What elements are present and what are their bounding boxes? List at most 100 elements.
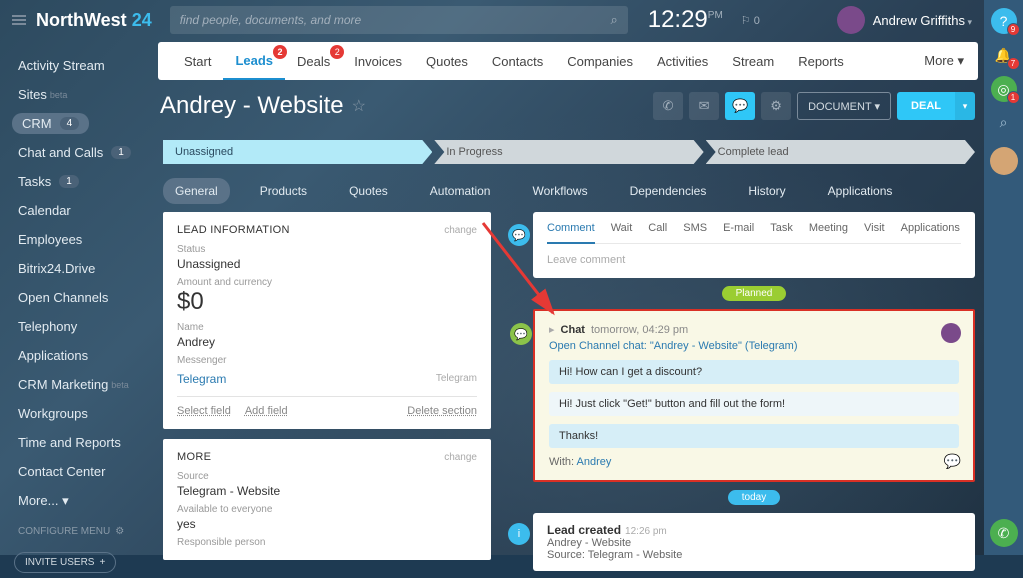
logo[interactable]: NorthWest 24	[36, 10, 152, 31]
invite-users[interactable]: INVITE USERS +	[14, 552, 116, 573]
sidebar-item[interactable]: Chat and Calls1	[0, 138, 150, 167]
user-menu[interactable]: Andrew Griffiths	[873, 13, 972, 28]
chat-icon[interactable]: 💬	[725, 92, 755, 120]
star-icon[interactable]: ☆	[352, 96, 366, 116]
tab[interactable]: Leads2	[223, 42, 285, 80]
amount-value: $0	[177, 288, 477, 316]
stage[interactable]: In Progress	[434, 140, 703, 164]
tabs-more[interactable]: More ▾	[924, 53, 964, 69]
sidebar-item[interactable]: Workgroups	[0, 399, 150, 428]
page-title: Andrey - Website	[160, 92, 344, 120]
subtab[interactable]: Applications	[816, 178, 905, 204]
comment-tab[interactable]: Comment	[547, 222, 595, 244]
tab[interactable]: Deals2	[285, 42, 342, 80]
chat-message: Thanks!	[549, 424, 959, 448]
deal-button[interactable]: DEAL	[897, 92, 955, 120]
open-channel-link[interactable]: Open Channel chat: "Andrey - Website" (T…	[549, 340, 959, 352]
sidebar-item[interactable]: CRM Marketingbeta	[0, 370, 150, 399]
comment-tab[interactable]: Call	[648, 222, 667, 235]
with-link[interactable]: Andrey	[577, 456, 612, 468]
document-button[interactable]: DOCUMENT ▾	[797, 92, 891, 120]
chat-avatar	[941, 323, 961, 343]
sidebar-item[interactable]: Bitrix24.Drive	[0, 254, 150, 283]
tabs-bar: StartLeads2Deals2InvoicesQuotesContactsC…	[158, 42, 978, 80]
subtab[interactable]: Workflows	[520, 178, 599, 204]
subtab[interactable]: Products	[248, 178, 319, 204]
sidebar-item[interactable]: Tasks1	[0, 167, 150, 196]
chat-timeline-icon: 💬	[510, 323, 532, 345]
bell-icon[interactable]: 🔔7	[991, 42, 1017, 68]
stage-bar: UnassignedIn ProgressComplete lead	[163, 140, 975, 164]
deal-dropdown[interactable]: ▾	[955, 92, 975, 120]
tab[interactable]: Invoices	[342, 42, 414, 80]
comment-bubble-icon: 💬	[508, 224, 530, 246]
tab[interactable]: Contacts	[480, 42, 555, 80]
rail-search-icon[interactable]: ⌕	[1000, 114, 1008, 131]
sidebar-item[interactable]: Sitesbeta	[0, 80, 150, 109]
call-button[interactable]: ✆	[990, 519, 1018, 547]
comment-tab[interactable]: Visit	[864, 222, 885, 235]
sidebar-item[interactable]: CRM4	[12, 113, 89, 134]
info-icon: i	[508, 523, 530, 545]
stage[interactable]: Complete lead	[706, 140, 975, 164]
subtab[interactable]: General	[163, 178, 230, 204]
tab[interactable]: Start	[172, 42, 223, 80]
sidebar-item[interactable]: Telephony	[0, 312, 150, 341]
comment-tab[interactable]: Wait	[611, 222, 633, 235]
stage[interactable]: Unassigned	[163, 140, 432, 164]
tab[interactable]: Companies	[555, 42, 645, 80]
sidebar-item[interactable]: More... ▾	[0, 486, 150, 516]
phone-icon[interactable]: ✆	[653, 92, 683, 120]
notify-icon[interactable]: ◎1	[991, 76, 1017, 102]
search-icon[interactable]: ⌕	[610, 12, 617, 28]
comment-tab[interactable]: Applications	[901, 222, 960, 235]
subtabs: General Products Quotes Automation Workflows…	[163, 178, 975, 204]
tab[interactable]: Activities	[645, 42, 720, 80]
sidebar-item[interactable]: Applications	[0, 341, 150, 370]
comment-tab[interactable]: E-mail	[723, 222, 754, 235]
gear-icon[interactable]: ⚙	[761, 92, 791, 120]
global-search[interactable]: ⌕	[170, 6, 628, 34]
comment-tab[interactable]: Meeting	[809, 222, 848, 235]
comment-tab[interactable]: SMS	[683, 222, 707, 235]
sidebar-item[interactable]: Contact Center	[0, 457, 150, 486]
sidebar-item[interactable]: Employees	[0, 225, 150, 254]
avatar[interactable]	[837, 6, 865, 34]
right-rail: ?9 🔔7 ◎1 ⌕ ✆	[984, 0, 1023, 555]
mail-icon[interactable]: ✉	[689, 92, 719, 120]
delete-section[interactable]: Delete section	[407, 405, 477, 417]
configure-menu[interactable]: CONFIGURE MENU ⚙	[0, 516, 150, 547]
leave-comment[interactable]: Leave comment	[547, 254, 961, 266]
comment-box: 💬 CommentWaitCallSMSE-mailTaskMeetingVis…	[533, 212, 975, 278]
sidebar-item[interactable]: Time and Reports	[0, 428, 150, 457]
more-card: MORE change Source Telegram - Website Av…	[163, 439, 491, 560]
subtab[interactable]: Quotes	[337, 178, 400, 204]
sidebar-item[interactable]: Open Channels	[0, 283, 150, 312]
sidebar-item[interactable]: Activity Stream	[0, 51, 150, 80]
search-input[interactable]	[180, 13, 611, 27]
change-link[interactable]: change	[444, 225, 477, 236]
comment-tab[interactable]: Task	[770, 222, 793, 235]
tab[interactable]: Quotes	[414, 42, 480, 80]
tab[interactable]: Reports	[786, 42, 856, 80]
tab[interactable]: Stream	[720, 42, 786, 80]
chat-message: Hi! Just click "Get!" button and fill ou…	[549, 392, 959, 416]
expand-icon[interactable]: ▸	[549, 323, 555, 336]
cart-icon[interactable]: ⚐ 0	[741, 14, 760, 27]
lead-created-card: i Lead created12:26 pm Andrey - Website …	[533, 513, 975, 571]
reply-icon[interactable]: 💬	[944, 453, 961, 470]
select-field[interactable]: Select field	[177, 405, 231, 417]
planned-pill: Planned	[722, 286, 787, 301]
chat-card: 💬 ▸ Chat tomorrow, 04:29 pm Open Channel…	[533, 309, 975, 482]
sidebar-item[interactable]: Calendar	[0, 196, 150, 225]
subtab[interactable]: Automation	[418, 178, 503, 204]
messenger-link[interactable]: Telegram	[177, 372, 226, 386]
menu-toggle[interactable]	[12, 15, 26, 25]
help-icon[interactable]: ?9	[991, 8, 1017, 34]
chat-message: Hi! How can I get a discount?	[549, 360, 959, 384]
add-field[interactable]: Add field	[245, 405, 288, 417]
change-link[interactable]: change	[444, 452, 477, 463]
subtab[interactable]: History	[736, 178, 797, 204]
subtab[interactable]: Dependencies	[618, 178, 719, 204]
rail-avatar[interactable]	[990, 147, 1018, 175]
